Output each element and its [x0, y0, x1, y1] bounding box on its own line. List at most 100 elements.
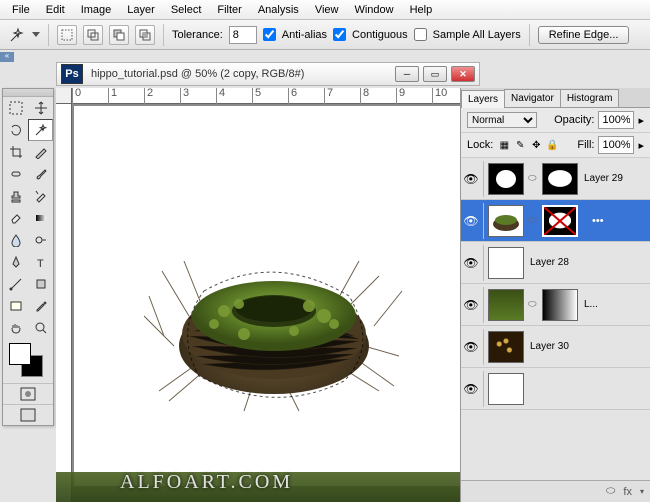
- menu-edit[interactable]: Edit: [38, 2, 73, 18]
- slice-tool[interactable]: [28, 141, 53, 163]
- lock-all-icon[interactable]: 🔒: [545, 138, 559, 152]
- maximize-button[interactable]: ▭: [423, 66, 447, 82]
- ruler-horizontal[interactable]: 012345678910: [72, 88, 480, 104]
- menu-view[interactable]: View: [307, 2, 347, 18]
- layer-row[interactable]: 👁 ⬭ Layer 29: [461, 158, 650, 200]
- quickmask-toggle[interactable]: [3, 383, 53, 404]
- screenmode-toggle[interactable]: [3, 404, 53, 425]
- antialias-checkbox[interactable]: [263, 28, 276, 41]
- contiguous-checkbox[interactable]: [333, 28, 346, 41]
- eraser-tool[interactable]: [3, 207, 28, 229]
- layer-thumbnail[interactable]: [488, 205, 524, 237]
- dodge-tool[interactable]: [28, 229, 53, 251]
- menu-help[interactable]: Help: [402, 2, 441, 18]
- menu-analysis[interactable]: Analysis: [250, 2, 307, 18]
- layer-name[interactable]: Layer 30: [528, 341, 569, 352]
- brush-tool[interactable]: [28, 163, 53, 185]
- pen-tool[interactable]: [3, 251, 28, 273]
- tab-histogram[interactable]: Histogram: [560, 89, 620, 107]
- magic-wand-tool[interactable]: [28, 119, 53, 141]
- visibility-toggle-icon[interactable]: 👁: [463, 381, 479, 397]
- eyedropper-tool[interactable]: [28, 295, 53, 317]
- collapse-panels-icon[interactable]: «: [0, 52, 14, 62]
- refine-edge-button[interactable]: Refine Edge...: [538, 26, 630, 44]
- layer-row[interactable]: 👁 ⬭ •••: [461, 200, 650, 242]
- link-mask-icon[interactable]: ⬭: [528, 299, 538, 310]
- link-mask-icon[interactable]: ⬭: [528, 215, 538, 226]
- menu-filter[interactable]: Filter: [209, 2, 249, 18]
- menu-select[interactable]: Select: [163, 2, 210, 18]
- menu-file[interactable]: File: [4, 2, 38, 18]
- document-canvas[interactable]: [74, 106, 474, 486]
- nest-image: [144, 216, 404, 416]
- fill-input[interactable]: [598, 136, 634, 154]
- tolerance-input[interactable]: [229, 26, 257, 44]
- layer-name[interactable]: L...: [582, 299, 598, 310]
- tool-preset-dropdown-icon[interactable]: [32, 32, 40, 38]
- close-button[interactable]: ✕: [451, 66, 475, 82]
- selection-intersect-button[interactable]: [135, 25, 155, 45]
- layer-thumbnail[interactable]: [488, 289, 524, 321]
- fill-dropdown-icon[interactable]: ▸: [638, 139, 644, 152]
- layer-row[interactable]: 👁 Layer 30: [461, 326, 650, 368]
- lock-transparency-icon[interactable]: ▦: [497, 138, 511, 152]
- mask-thumbnail[interactable]: [542, 205, 578, 237]
- lasso-tool[interactable]: [3, 119, 28, 141]
- visibility-toggle-icon[interactable]: 👁: [463, 339, 479, 355]
- layer-row[interactable]: 👁: [461, 368, 650, 410]
- layer-row[interactable]: 👁 ⬭ L...: [461, 284, 650, 326]
- path-tool[interactable]: [3, 273, 28, 295]
- hand-tool[interactable]: [3, 317, 28, 339]
- tab-layers[interactable]: Layers: [461, 90, 505, 108]
- ruler-origin[interactable]: [56, 88, 72, 104]
- toolbox-grip[interactable]: [3, 89, 53, 97]
- layer-name[interactable]: Layer 29: [582, 173, 623, 184]
- mask-thumbnail[interactable]: [542, 289, 578, 321]
- opacity-dropdown-icon[interactable]: ▸: [638, 114, 644, 127]
- layer-thumbnail[interactable]: [488, 163, 524, 195]
- visibility-toggle-icon[interactable]: 👁: [463, 297, 479, 313]
- selection-subtract-button[interactable]: [109, 25, 129, 45]
- color-swatches[interactable]: [3, 339, 53, 383]
- marquee-tool[interactable]: [3, 97, 28, 119]
- layer-fx-icon[interactable]: fx: [623, 486, 632, 498]
- lock-position-icon[interactable]: ✥: [529, 138, 543, 152]
- foreground-color[interactable]: [9, 343, 31, 365]
- type-tool[interactable]: T: [28, 251, 53, 273]
- zoom-tool[interactable]: [28, 317, 53, 339]
- shape-tool[interactable]: [28, 273, 53, 295]
- move-tool[interactable]: [28, 97, 53, 119]
- visibility-toggle-icon[interactable]: 👁: [463, 213, 479, 229]
- blur-tool[interactable]: [3, 229, 28, 251]
- magic-wand-icon: [8, 26, 26, 44]
- layer-row[interactable]: 👁 Layer 28: [461, 242, 650, 284]
- layer-thumbnail[interactable]: [488, 247, 524, 279]
- menu-image[interactable]: Image: [73, 2, 120, 18]
- ruler-vertical[interactable]: [56, 104, 72, 502]
- mask-thumbnail[interactable]: [542, 163, 578, 195]
- sample-all-checkbox[interactable]: [414, 28, 427, 41]
- layer-name[interactable]: Layer 28: [528, 257, 569, 268]
- layer-thumbnail[interactable]: [488, 373, 524, 405]
- selection-add-button[interactable]: [83, 25, 103, 45]
- minimize-button[interactable]: ─: [395, 66, 419, 82]
- visibility-toggle-icon[interactable]: 👁: [463, 171, 479, 187]
- crop-tool[interactable]: [3, 141, 28, 163]
- menu-window[interactable]: Window: [346, 2, 401, 18]
- gradient-tool[interactable]: [28, 207, 53, 229]
- notes-tool[interactable]: [3, 295, 28, 317]
- selection-new-button[interactable]: [57, 25, 77, 45]
- history-brush-tool[interactable]: [28, 185, 53, 207]
- lock-pixels-icon[interactable]: ✎: [513, 138, 527, 152]
- menu-layer[interactable]: Layer: [119, 2, 163, 18]
- link-mask-icon[interactable]: ⬭: [528, 173, 538, 184]
- opacity-input[interactable]: [598, 111, 634, 129]
- tab-navigator[interactable]: Navigator: [504, 89, 561, 107]
- link-layers-icon[interactable]: ⬭: [606, 485, 615, 498]
- blend-mode-select[interactable]: Normal: [467, 112, 537, 128]
- healing-tool[interactable]: [3, 163, 28, 185]
- visibility-toggle-icon[interactable]: 👁: [463, 255, 479, 271]
- layer-more-icon[interactable]: •••: [588, 215, 608, 227]
- stamp-tool[interactable]: [3, 185, 28, 207]
- layer-thumbnail[interactable]: [488, 331, 524, 363]
